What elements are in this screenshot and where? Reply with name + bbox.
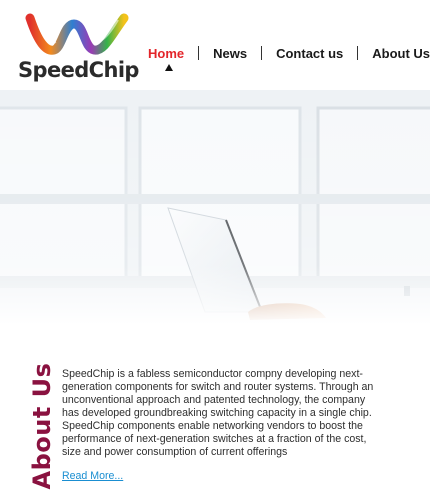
nav-divider — [261, 46, 263, 60]
about-heading-text: About Us — [28, 362, 56, 490]
hero-image — [0, 90, 430, 325]
nav-news[interactable]: News — [213, 46, 247, 61]
hero-laptop-illustration — [0, 90, 430, 325]
about-paragraph: SpeedChip is a fabless semiconductor com… — [62, 368, 374, 458]
logo-text: SpeedChip — [18, 58, 139, 82]
nav-home[interactable]: Home — [148, 46, 184, 61]
site-header: SpeedChip Home News Contact us About Us — [0, 0, 430, 90]
nav-contact-us[interactable]: Contact us — [276, 46, 343, 61]
about-section: About Us SpeedChip is a fabless semicond… — [0, 325, 430, 500]
logo[interactable]: SpeedChip — [18, 12, 139, 82]
nav-divider — [198, 46, 200, 60]
about-heading: About Us — [27, 363, 57, 490]
main-nav: Home News Contact us About Us — [148, 43, 430, 63]
nav-divider — [357, 46, 359, 60]
nav-about-us[interactable]: About Us — [372, 46, 430, 61]
triangle-up-icon — [165, 64, 173, 71]
read-more-link[interactable]: Read More... — [62, 470, 123, 482]
logo-mark-icon — [25, 13, 129, 55]
